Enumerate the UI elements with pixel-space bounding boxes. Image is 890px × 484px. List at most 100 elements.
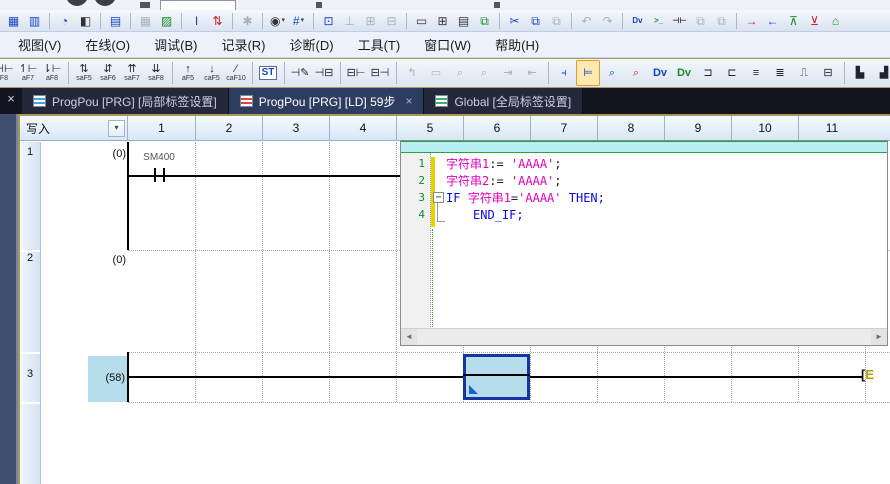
monitor-mode-icon[interactable]: ◉	[267, 12, 288, 30]
st-code-line[interactable]: 2 字符串2:= 'AAAA';	[401, 172, 887, 189]
trend-chart-button[interactable]: ⎍	[792, 60, 816, 86]
undo-edit-button[interactable]: ↰	[400, 60, 424, 86]
falling-pulse-or-button[interactable]: ⇊ saF8	[144, 60, 168, 86]
falling-or-contact-button[interactable]: ⇵ saF6	[96, 60, 120, 86]
device-monitor-icon[interactable]: ▦	[3, 12, 24, 30]
insert-row-button[interactable]: ⇥	[496, 60, 520, 86]
module-list-icon[interactable]: ▤	[453, 12, 474, 30]
redo-icon[interactable]: ↷	[597, 12, 618, 30]
ladder-block-connect-button[interactable]: ⊨	[576, 60, 600, 86]
st-code-area[interactable]: 1 字符串1:= 'AAAA'; 2 字符串2:= 'AAAA'; 3 IF 字…	[401, 155, 887, 223]
inline-st-button[interactable]: ST	[256, 60, 280, 86]
rising-pulse-button[interactable]: ↑ aF5	[176, 60, 200, 86]
edit-contact-button[interactable]: ⊣✎	[288, 60, 312, 86]
watch-start-icon[interactable]: ◔	[54, 12, 75, 30]
tab-global-labels[interactable]: Global [全局标签设置]	[424, 88, 583, 114]
read-mode-button[interactable]: ⌕	[600, 60, 624, 86]
mode-selector[interactable]: 写入	[20, 116, 128, 140]
device-test-icon[interactable]: ⇅	[207, 12, 228, 30]
fold-collapse-icon[interactable]	[433, 192, 444, 203]
st-horizontal-scrollbar[interactable]	[401, 328, 887, 345]
menu-diagnostics[interactable]: 诊断(D)	[280, 32, 344, 57]
find-next-button[interactable]: ⌕	[472, 60, 496, 86]
find-window-icon[interactable]: ⊡	[318, 12, 339, 30]
scroll-right-icon[interactable]	[871, 329, 887, 345]
scroll-left-icon[interactable]	[401, 329, 417, 345]
rising-pulse-or-button[interactable]: ⇈ saF7	[120, 60, 144, 86]
paste-icon[interactable]: ⧉	[546, 12, 567, 30]
write-to-plc-icon[interactable]: ⊻	[804, 12, 825, 30]
program-monitor-icon[interactable]: ▥	[24, 12, 45, 30]
align-top-button[interactable]: ≡	[744, 60, 768, 86]
menu-help[interactable]: 帮助(H)	[485, 32, 549, 57]
rising-or-contact-button[interactable]: ⇅ saF5	[72, 60, 96, 86]
menu-tools[interactable]: 工具(T)	[348, 32, 411, 57]
find-prev-button[interactable]: ⌕	[448, 60, 472, 86]
watch-stop-icon[interactable]: ◧	[75, 12, 96, 30]
find-device-icon[interactable]: Dv	[627, 12, 648, 30]
statement-list-icon[interactable]: ▭	[411, 12, 432, 30]
menu-window[interactable]: 窗口(W)	[414, 32, 481, 57]
replace-device-icon[interactable]: ⧉	[690, 12, 711, 30]
st-code-line[interactable]: 4 END_IF;	[401, 206, 887, 223]
monitor-watch-button[interactable]: ⌕	[624, 60, 648, 86]
cut-icon[interactable]: ✂	[504, 12, 525, 30]
doc-edit-button[interactable]: ▭	[424, 60, 448, 86]
watch-register-icon[interactable]: #	[288, 12, 309, 30]
inline-st-box[interactable]: 1 字符串1:= 'AAAA'; 2 字符串2:= 'AAAA'; 3 IF 字…	[400, 140, 888, 346]
jump-prev-icon[interactable]: ←	[762, 12, 783, 30]
verify-with-plc-icon[interactable]: ⌂	[825, 12, 846, 30]
device-write-button[interactable]: Dv	[672, 60, 696, 86]
contact-device-label[interactable]: SM400	[137, 152, 181, 163]
align-bottom-button[interactable]: ≣	[768, 60, 792, 86]
undo-icon[interactable]: ↶	[576, 12, 597, 30]
st-code-line[interactable]: 3 IF 字符串1='AAAA' THEN;	[401, 189, 887, 206]
device-find-button[interactable]: Dv	[648, 60, 672, 86]
tab-close-icon[interactable]	[405, 94, 412, 108]
open-contact-button[interactable]: ⊣⊢ F8	[0, 60, 16, 86]
read-from-plc-icon[interactable]: ⊼	[783, 12, 804, 30]
cross-ref-disabled-icon[interactable]: ⊥	[339, 12, 360, 30]
ladder-symbol-icon: ⎍	[800, 67, 808, 79]
falling-pulse-button[interactable]: ↓ caF5	[200, 60, 224, 86]
io-assign-icon[interactable]: ⊞	[432, 12, 453, 30]
delete-row-button[interactable]: ⇤	[520, 60, 544, 86]
shift-left-button[interactable]: ⊐	[696, 60, 720, 86]
statement-button[interactable]: ⊟⊢	[344, 60, 368, 86]
device-batch-icon[interactable]: ▦	[135, 12, 156, 30]
menu-view[interactable]: 视图(V)	[8, 32, 71, 57]
menu-recording[interactable]: 记录(R)	[211, 32, 275, 57]
ref-window-disabled-icon[interactable]: ⊟	[381, 12, 402, 30]
batch-monitor-2-button[interactable]: ▟	[872, 60, 890, 86]
tab-progpou-ld[interactable]: ProgPou [PRG] [LD] 59步	[229, 88, 425, 114]
invert-result-button[interactable]: ⁄ caF10	[224, 60, 248, 86]
statement-display-button[interactable]: ⊟	[816, 60, 840, 86]
replace-instruction-icon[interactable]: ⧉	[711, 12, 732, 30]
disabled-tool-icon[interactable]: ✱	[237, 12, 258, 30]
device-register-icon[interactable]: ▨	[156, 12, 177, 30]
watch-window-icon[interactable]: ▤	[105, 12, 126, 30]
st-box-header[interactable]	[401, 141, 887, 153]
note-button[interactable]: ⊟⊣	[368, 60, 392, 86]
close-icon[interactable]	[3, 91, 19, 107]
comment-edit-icon[interactable]: I	[186, 12, 207, 30]
tab-progpou-local-labels[interactable]: ProgPou [PRG] [局部标签设置]	[22, 88, 229, 114]
rising-contact-button[interactable]: ↿⊢ aF7	[16, 60, 40, 86]
collapsed-dock-panel[interactable]	[0, 114, 18, 484]
shift-right-button[interactable]: ⊏	[720, 60, 744, 86]
menu-online[interactable]: 在线(O)	[75, 32, 140, 57]
menu-debug[interactable]: 调试(B)	[144, 32, 207, 57]
device-list-disabled-icon[interactable]: ⊞	[360, 12, 381, 30]
copy-icon[interactable]: ⧉	[525, 12, 546, 30]
falling-contact-button[interactable]: ⇂⊢ aF8	[40, 60, 64, 86]
find-instruction-icon[interactable]: >_	[648, 12, 669, 30]
batch-monitor-1-button[interactable]: ▙	[848, 60, 872, 86]
ladder-block-split-button[interactable]: ⫞	[552, 60, 576, 86]
find-contact-icon[interactable]: ⊣⊢	[669, 12, 690, 30]
chevron-down-icon[interactable]	[108, 120, 125, 137]
jump-next-icon[interactable]: →	[741, 12, 762, 30]
st-code-line[interactable]: 1 字符串1:= 'AAAA';	[401, 155, 887, 172]
cross-reference-icon[interactable]: ⧉	[474, 12, 495, 30]
ladder-cursor-cell[interactable]	[463, 354, 530, 400]
device-comment-button[interactable]: ⊣⊟	[312, 60, 336, 86]
